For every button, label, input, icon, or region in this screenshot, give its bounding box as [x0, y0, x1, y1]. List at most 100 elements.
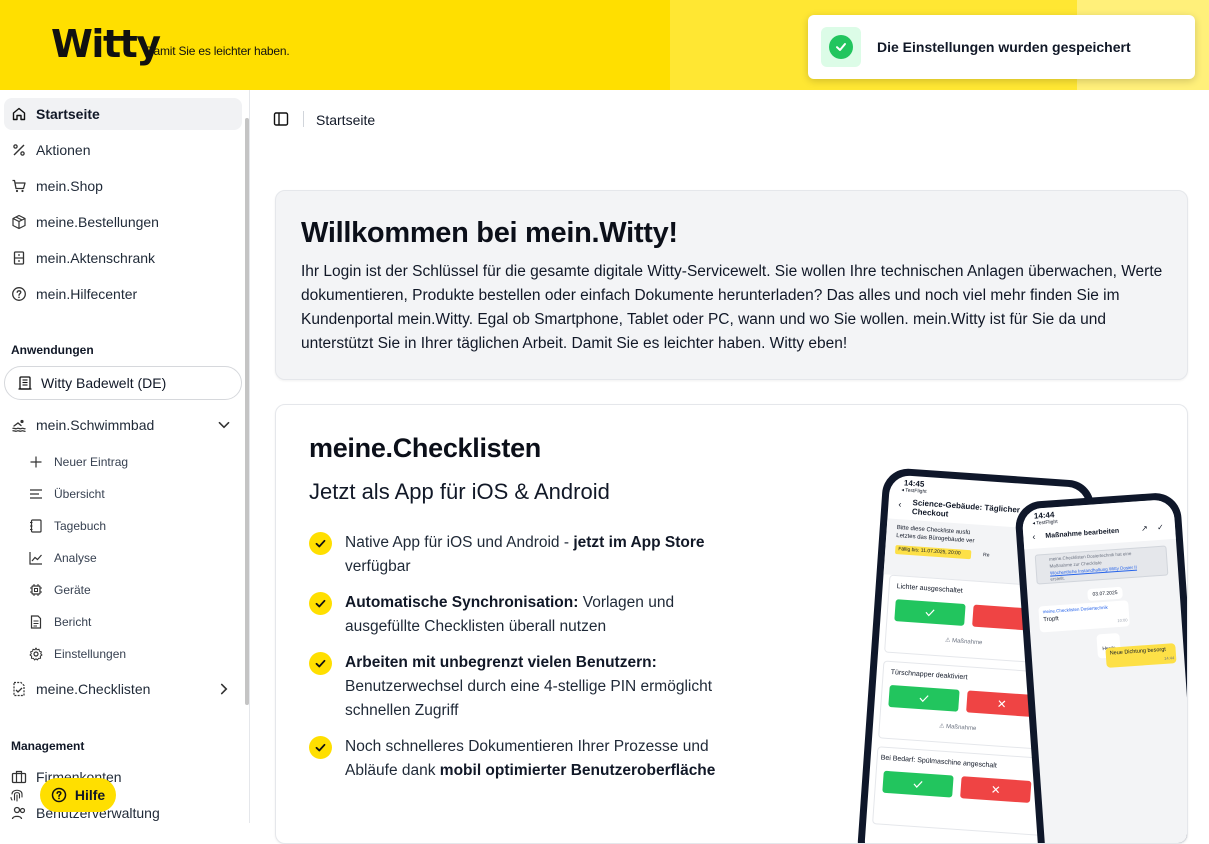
sidebar-item-label: meine.Checklisten: [36, 681, 151, 697]
sidebar-scrollbar[interactable]: [245, 118, 249, 705]
divider: [303, 111, 304, 127]
subitem-einstellungen[interactable]: Einstellungen: [28, 640, 242, 668]
phone-carrier: ◂ TestFlight: [901, 487, 927, 496]
plus-icon: [28, 454, 44, 470]
toast-icon-wrap: [821, 27, 861, 67]
toast-notification: Die Einstellungen wurden gespeichert: [808, 15, 1195, 79]
topbar: Startseite: [251, 90, 1209, 148]
check-icon: [309, 736, 332, 759]
document-icon: [28, 614, 44, 630]
check-icon: ✓: [1156, 522, 1165, 533]
help-button[interactable]: Hilfe: [40, 778, 116, 812]
sidebar-item-label: mein.Schwimmbad: [36, 417, 155, 433]
section-label-management: Management: [11, 739, 85, 753]
phone-screen: 14:44 ◂ TestFlight ‹ Maßnahme bearbeiten…: [1021, 498, 1187, 843]
fingerprint-icon[interactable]: [6, 784, 28, 806]
subitem-label: Übersicht: [54, 487, 105, 501]
help-button-label: Hilfe: [74, 787, 106, 803]
breadcrumb[interactable]: Startseite: [316, 112, 375, 128]
users-icon: [11, 805, 27, 821]
sidebar-item-label: mein.Shop: [36, 178, 103, 194]
sidebar-item-shop[interactable]: mein.Shop: [4, 170, 242, 202]
checklisten-card: meine.Checklisten Jetzt als App für iOS …: [275, 404, 1188, 844]
checklisten-subtitle: Jetzt als App für iOS & Android: [309, 479, 610, 504]
sidebar-item-label: Aktionen: [36, 142, 91, 158]
sidebar-item-hilfecenter[interactable]: mein.Hilfecenter: [4, 278, 242, 310]
sidebar-item-label: mein.Hilfecenter: [36, 286, 138, 302]
subitem-tagebuch[interactable]: Tagebuch: [28, 512, 242, 540]
sidebar-item-aktenschrank[interactable]: mein.Aktenschrank: [4, 242, 242, 274]
subitem-neuer-eintrag[interactable]: Neuer Eintrag: [28, 448, 242, 476]
feature-text: Native App für iOS und Android - jetzt i…: [345, 534, 705, 575]
feature-item: Arbeiten mit unbegrenzt vielen Benutzern…: [309, 651, 719, 723]
sidebar-item-label: meine.Bestellungen: [36, 214, 159, 230]
feature-text: Automatische Synchronisation: Vorlagen u…: [345, 594, 675, 635]
chip-icon: [28, 582, 44, 598]
feature-item: Noch schnelleres Dokumentieren Ihrer Pro…: [309, 735, 719, 783]
welcome-title: Willkommen bei mein.Witty!: [301, 217, 678, 249]
home-icon: [11, 106, 27, 122]
app-selector[interactable]: Witty Badewelt (DE): [4, 366, 242, 400]
checklist-icon: [11, 681, 27, 697]
sidebar-item-label: mein.Aktenschrank: [36, 250, 156, 266]
main-content: Startseite Willkommen bei mein.Witty! Ih…: [251, 90, 1209, 844]
sidebar-item-benutzerverwaltung[interactable]: Benutzerverwaltung: [4, 797, 242, 823]
chat-text: Tropft: [1043, 616, 1059, 624]
building-icon: [18, 376, 32, 390]
archive-icon: [11, 250, 27, 266]
checklisten-title: meine.Checklisten: [309, 433, 541, 463]
back-icon: ‹: [1032, 531, 1036, 542]
briefcase-icon: [11, 769, 27, 785]
info-text: erstellt.: [1050, 575, 1066, 582]
cart-icon: [11, 178, 27, 194]
section-label-anwendungen: Anwendungen: [11, 343, 94, 357]
tagline: Damit Sie es leichter haben.: [145, 44, 290, 58]
external-link-icon: ↗: [1140, 523, 1149, 534]
feature-text: Arbeiten mit unbegrenzt vielen Benutzern…: [345, 654, 713, 719]
sidebar-item-startseite[interactable]: Startseite: [4, 98, 242, 130]
phone-mockup-measure: 14:44 ◂ TestFlight ‹ Maßnahme bearbeiten…: [1014, 491, 1187, 843]
subitem-uebersicht[interactable]: Übersicht: [28, 480, 242, 508]
back-icon: ‹: [898, 499, 902, 510]
subitem-label: Tagebuch: [54, 519, 107, 533]
notebook-icon: [28, 518, 44, 534]
sidebar-item-bestellungen[interactable]: meine.Bestellungen: [4, 206, 242, 238]
chart-line-icon: [28, 550, 44, 566]
list-icon: [28, 486, 44, 502]
sidebar-item-aktionen[interactable]: Aktionen: [4, 134, 242, 166]
subitem-analyse[interactable]: Analyse: [28, 544, 242, 572]
subitem-bericht[interactable]: Bericht: [28, 608, 242, 636]
welcome-text: Ihr Login ist der Schlüssel für die gesa…: [301, 263, 1163, 352]
chat-reply-time: 14:44: [1164, 655, 1175, 661]
chevron-down-icon[interactable]: [216, 417, 232, 433]
sidebar-toggle-icon[interactable]: [273, 111, 289, 127]
swimmer-icon: [11, 417, 27, 433]
feature-item: Automatische Synchronisation: Vorlagen u…: [309, 591, 719, 639]
chevron-right-icon[interactable]: [216, 681, 232, 697]
gear-icon: [28, 646, 44, 662]
toast-message: Die Einstellungen wurden gespeichert: [877, 39, 1131, 55]
subitem-geraete[interactable]: Geräte: [28, 576, 242, 604]
sidebar-item-firmenkonten[interactable]: Firmenkonten: [4, 761, 242, 793]
help-circle-icon: [11, 286, 27, 302]
feature-item: Native App für iOS und Android - jetzt i…: [309, 531, 719, 579]
subitem-label: Neuer Eintrag: [54, 455, 129, 469]
feature-text: Noch schnelleres Dokumentieren Ihrer Pro…: [345, 738, 716, 779]
subitem-label: Bericht: [54, 615, 92, 629]
date-chip: 03.07.2025: [1087, 586, 1123, 602]
help-circle-icon: [51, 787, 67, 803]
subitem-label: Einstellungen: [54, 647, 127, 661]
check-circle-icon: [829, 35, 853, 59]
sidebar: Startseite Aktionen mein.Shop meine.Best…: [0, 90, 250, 823]
percent-icon: [11, 142, 27, 158]
app-selector-value: Witty Badewelt (DE): [41, 375, 167, 391]
sidebar-item-checklisten[interactable]: meine.Checklisten: [4, 673, 242, 705]
check-icon: [309, 592, 332, 615]
sidebar-item-schwimmbad[interactable]: mein.Schwimmbad: [4, 409, 242, 441]
welcome-card: Willkommen bei mein.Witty! Ihr Login ist…: [275, 190, 1188, 380]
witty-logo[interactable]: Witty: [51, 22, 161, 66]
check-icon: [309, 532, 332, 555]
package-icon: [11, 214, 27, 230]
subitem-label: Analyse: [54, 551, 97, 565]
tag-badge: Re: [982, 552, 990, 559]
